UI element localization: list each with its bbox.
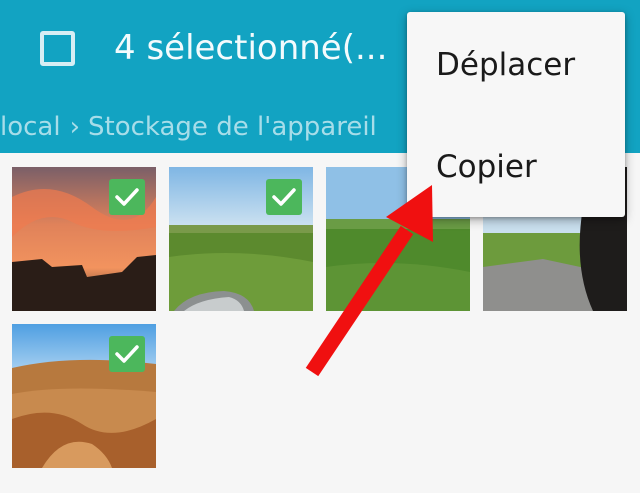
- menu-item-move[interactable]: Déplacer: [407, 15, 625, 115]
- selected-check-icon: [266, 179, 302, 215]
- overflow-menu: Déplacer Copier: [407, 12, 625, 217]
- photo-thumbnail[interactable]: [169, 167, 313, 311]
- selected-check-icon: [109, 336, 145, 372]
- select-all-checkbox[interactable]: [40, 31, 75, 66]
- selected-check-icon: [109, 179, 145, 215]
- photo-thumbnail[interactable]: [12, 324, 156, 468]
- photo-thumbnail[interactable]: [12, 167, 156, 311]
- breadcrumb-item-local[interactable]: local: [0, 107, 61, 147]
- chevron-right-icon: ›: [69, 112, 80, 142]
- selection-count-title: 4 sélectionné(...: [114, 28, 388, 68]
- breadcrumb-item-device-storage[interactable]: Stockage de l'appareil: [88, 107, 377, 147]
- menu-item-copy[interactable]: Copier: [407, 117, 625, 217]
